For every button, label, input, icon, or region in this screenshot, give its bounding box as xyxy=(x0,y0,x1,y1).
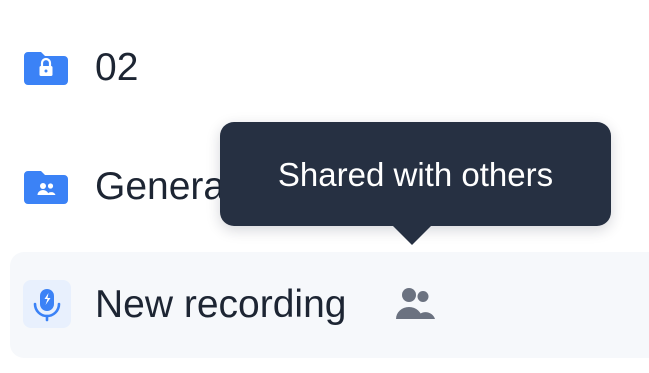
tooltip-arrow xyxy=(392,225,432,245)
people-icon[interactable] xyxy=(394,287,436,321)
item-label: Genera xyxy=(95,164,226,208)
list-item-02[interactable]: 02 xyxy=(0,36,649,98)
tooltip-text: Shared with others xyxy=(277,155,554,193)
file-list: 02 Genera New recording Shared with othe… xyxy=(0,0,649,373)
list-item-new-recording[interactable]: New recording xyxy=(10,252,649,358)
locked-folder-icon xyxy=(24,49,68,85)
shared-folder-icon xyxy=(24,168,68,204)
item-label: 02 xyxy=(95,45,139,89)
shared-tooltip: Shared with others xyxy=(220,122,611,226)
item-label: New recording xyxy=(95,283,347,326)
microphone-icon xyxy=(23,280,71,328)
